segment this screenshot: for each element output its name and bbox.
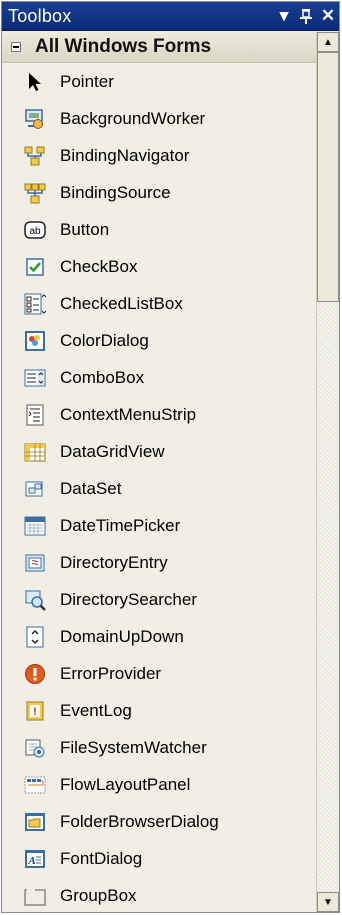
background-worker-icon <box>24 108 46 130</box>
toolbox-item-checkbox[interactable]: CheckBox <box>2 248 318 285</box>
item-label: DirectoryEntry <box>60 552 168 572</box>
item-label: DateTimePicker <box>60 515 181 535</box>
toolbox-window: Toolbox ▾ ✕ All Windows Forms Pointer Ba… <box>1 1 340 913</box>
scroll-up-button[interactable]: ▲ <box>317 32 339 52</box>
item-label: FileSystemWatcher <box>60 737 207 757</box>
item-label: EventLog <box>60 700 132 720</box>
category-header-all-windows-forms[interactable]: All Windows Forms <box>2 32 318 63</box>
item-label: CheckedListBox <box>60 293 183 313</box>
item-label: ContextMenuStrip <box>60 404 197 424</box>
toolbox-item-eventlog[interactable]: ! EventLog <box>2 692 318 729</box>
toolbox-item-combobox[interactable]: ComboBox <box>2 359 318 396</box>
toolbox-item-contextmenustrip[interactable]: ContextMenuStrip <box>2 396 318 433</box>
binding-source-icon <box>24 182 46 204</box>
toolbox-item-filesystemwatcher[interactable]: FileSystemWatcher <box>2 729 318 766</box>
domain-up-down-icon <box>24 626 46 648</box>
item-label: DomainUpDown <box>60 626 184 646</box>
toolbox-item-directoryentry[interactable]: DirectoryEntry <box>2 544 318 581</box>
item-label: BindingNavigator <box>60 145 190 165</box>
item-label: FolderBrowserDialog <box>60 811 219 831</box>
scroll-down-button[interactable]: ▼ <box>317 892 339 912</box>
item-label: Pointer <box>60 71 114 91</box>
item-label: FlowLayoutPanel <box>60 774 191 794</box>
toolbox-item-errorprovider[interactable]: ErrorProvider <box>2 655 318 692</box>
flow-layout-panel-icon <box>24 774 46 796</box>
scroll-thumb[interactable] <box>317 52 339 302</box>
group-box-icon <box>24 885 46 907</box>
binding-navigator-icon <box>24 145 46 167</box>
item-label: ColorDialog <box>60 330 149 350</box>
font-dialog-icon: A <box>24 848 46 870</box>
toolbox-item-folderbrowserdialog[interactable]: FolderBrowserDialog <box>2 803 318 840</box>
toolbox-item-checkedlistbox[interactable]: CheckedListBox <box>2 285 318 322</box>
error-provider-icon <box>24 663 46 685</box>
toolbox-item-domainupdown[interactable]: DomainUpDown <box>2 618 318 655</box>
window-position-dropdown-icon[interactable]: ▾ <box>273 4 295 28</box>
toolbox-item-fontdialog[interactable]: A FontDialog <box>2 840 318 877</box>
data-grid-view-icon <box>24 441 46 463</box>
font-dialog-icon-text: A <box>27 855 35 867</box>
toolbox-item-dataset[interactable]: DataSet <box>2 470 318 507</box>
toolbox-item-button[interactable]: ab Button <box>2 211 318 248</box>
item-label: DataGridView <box>60 441 165 461</box>
item-label: CheckBox <box>60 256 138 276</box>
toolbox-item-datetimepicker[interactable]: DateTimePicker <box>2 507 318 544</box>
directory-entry-icon <box>24 552 46 574</box>
item-label: Button <box>60 219 110 239</box>
combobox-icon <box>24 367 46 389</box>
pointer-icon <box>24 71 46 93</box>
item-label: ErrorProvider <box>60 663 162 683</box>
item-label: BackgroundWorker <box>60 108 206 128</box>
toolbox-list: All Windows Forms Pointer BackgroundWork… <box>2 32 318 912</box>
item-label: DataSet <box>60 478 122 498</box>
button-icon-text: ab <box>29 226 41 237</box>
checked-listbox-icon <box>24 293 46 315</box>
toolbox-item-bindingsource[interactable]: BindingSource <box>2 174 318 211</box>
context-menu-strip-icon <box>24 404 46 426</box>
date-time-picker-icon <box>24 515 46 537</box>
item-label: GroupBox <box>60 885 137 905</box>
category-label: All Windows Forms <box>35 36 212 57</box>
vertical-scrollbar[interactable]: ▲ ▼ <box>316 32 339 912</box>
folder-browser-dialog-icon <box>24 811 46 833</box>
item-label: DirectorySearcher <box>60 589 197 609</box>
auto-hide-pin-icon[interactable] <box>295 4 317 28</box>
toolbox-titlebar[interactable]: Toolbox ▾ ✕ <box>2 2 339 31</box>
item-label: BindingSource <box>60 182 171 202</box>
checkbox-icon <box>24 256 46 278</box>
event-log-icon-text: ! <box>33 706 37 718</box>
item-label: FontDialog <box>60 848 143 868</box>
toolbox-item-directorysearcher[interactable]: DirectorySearcher <box>2 581 318 618</box>
toolbox-title: Toolbox <box>8 5 72 26</box>
toolbox-item-datagridview[interactable]: DataGridView <box>2 433 318 470</box>
toolbox-item-backgroundworker[interactable]: BackgroundWorker <box>2 100 318 137</box>
button-icon: ab <box>24 219 46 241</box>
toolbox-item-bindingnavigator[interactable]: BindingNavigator <box>2 137 318 174</box>
dataset-icon <box>24 478 46 500</box>
event-log-icon: ! <box>24 700 46 722</box>
toolbox-item-flowlayoutpanel[interactable]: FlowLayoutPanel <box>2 766 318 803</box>
collapse-icon[interactable] <box>11 42 21 52</box>
toolbox-item-colordialog[interactable]: ColorDialog <box>2 322 318 359</box>
toolbox-item-groupbox[interactable]: GroupBox <box>2 877 318 912</box>
toolbox-item-pointer[interactable]: Pointer <box>2 63 318 100</box>
directory-searcher-icon <box>24 589 46 611</box>
item-label: ComboBox <box>60 367 145 387</box>
file-system-watcher-icon <box>24 737 46 759</box>
color-dialog-icon <box>24 330 46 352</box>
close-icon[interactable]: ✕ <box>317 4 339 28</box>
